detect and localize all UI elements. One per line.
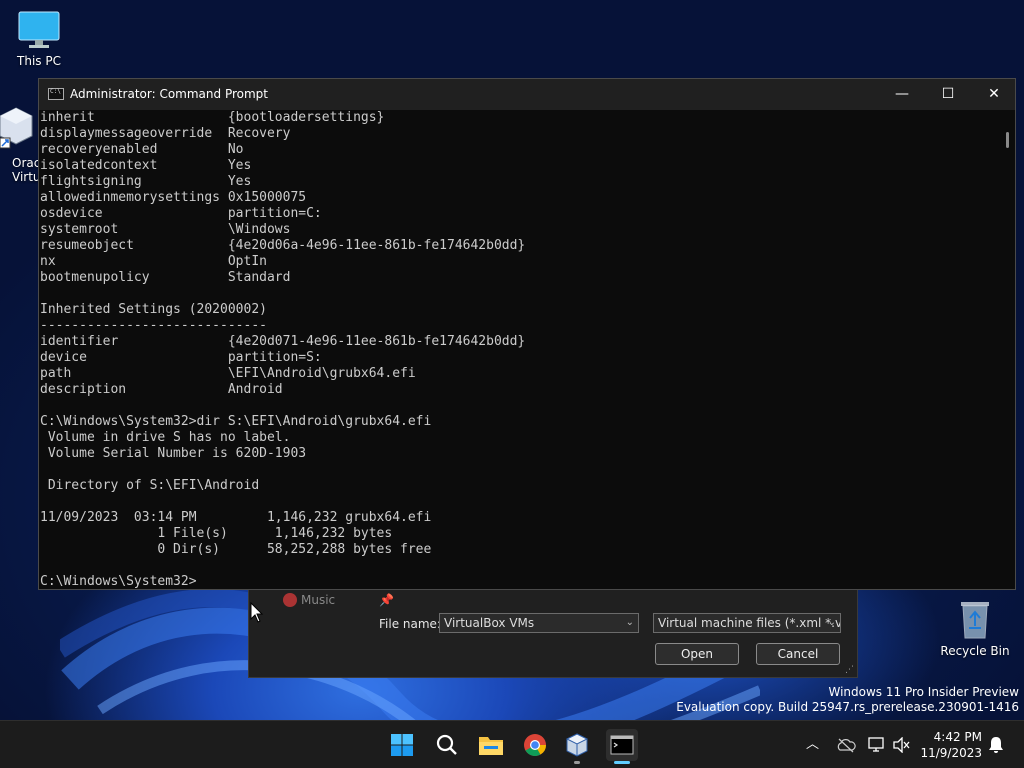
- windows-logo-icon: [391, 734, 413, 756]
- onedrive-offline-icon[interactable]: [836, 737, 856, 753]
- notification-bell-icon[interactable]: [988, 736, 1004, 754]
- vertical-scrollbar[interactable]: [1001, 110, 1015, 589]
- evaluation-watermark: Windows 11 Pro Insider Preview Evaluatio…: [676, 685, 1019, 715]
- minimize-button[interactable]: —: [879, 79, 925, 110]
- desktop-icon-label: This PC: [17, 54, 61, 68]
- network-icon[interactable]: [868, 737, 886, 753]
- file-name-input[interactable]: VirtualBox VMs ⌄: [439, 613, 639, 633]
- command-prompt-button[interactable]: [606, 729, 638, 764]
- watermark-line-2: Evaluation copy. Build 25947.rs_prerelea…: [676, 700, 1019, 714]
- desktop-icon-label: Recycle Bin: [940, 644, 1010, 658]
- file-type-select[interactable]: Virtual machine files (*.xml *.vb ⌄: [653, 613, 841, 633]
- file-explorer-button[interactable]: [475, 729, 507, 761]
- clock-date: 11/9/2023: [920, 746, 982, 760]
- close-button[interactable]: ✕: [971, 79, 1017, 110]
- chevron-down-icon[interactable]: ⌄: [626, 614, 634, 632]
- chevron-down-icon[interactable]: ⌄: [828, 614, 836, 632]
- desktop-icon-this-pc[interactable]: This PC: [0, 10, 79, 68]
- virtualbox-icon: [565, 733, 589, 757]
- virtualbox-icon: [0, 107, 33, 149]
- system-clock[interactable]: 4:42 PM 11/9/2023: [918, 729, 982, 761]
- watermark-line-1: Windows 11 Pro Insider Preview: [828, 685, 1019, 699]
- desktop-icon-recycle-bin[interactable]: Recycle Bin: [935, 596, 1015, 658]
- pin-icon: 📌: [378, 593, 394, 607]
- taskbar: ︿ 4:42 PM 11/9/2023: [0, 720, 1024, 768]
- scrollbar-thumb[interactable]: [1006, 132, 1009, 148]
- sidebar-item-music[interactable]: Music 📌: [283, 593, 394, 607]
- terminal-icon: [610, 735, 634, 755]
- show-hidden-icons-button[interactable]: ︿: [806, 733, 819, 752]
- file-name-label: File name:: [379, 617, 441, 631]
- clock-time: 4:42 PM: [933, 730, 982, 744]
- command-prompt-icon: [48, 88, 64, 100]
- monitor-icon: [18, 11, 60, 48]
- volume-muted-icon[interactable]: [893, 737, 911, 753]
- music-folder-icon: [283, 593, 297, 607]
- running-indicator: [574, 761, 580, 764]
- open-file-dialog: Music 📌 File name: VirtualBox VMs ⌄ Virt…: [248, 586, 858, 678]
- chrome-button[interactable]: [519, 729, 551, 761]
- command-prompt-window[interactable]: Administrator: Command Prompt — ☐ ✕ inhe…: [38, 78, 1016, 590]
- cancel-button[interactable]: Cancel: [756, 643, 840, 665]
- search-icon: [436, 734, 457, 755]
- window-title: Administrator: Command Prompt: [70, 87, 268, 101]
- folder-icon: [479, 737, 503, 755]
- title-bar[interactable]: Administrator: Command Prompt — ☐ ✕: [39, 79, 1015, 110]
- terminal-output[interactable]: inherit {bootloadersettings} displaymess…: [39, 110, 1001, 589]
- recycle-bin-icon: [961, 602, 989, 639]
- start-button[interactable]: [386, 729, 418, 761]
- console-text: inherit {bootloadersettings} displaymess…: [40, 110, 526, 589]
- virtualbox-button[interactable]: [561, 729, 593, 764]
- open-button[interactable]: Open: [655, 643, 739, 665]
- active-indicator: [614, 761, 630, 764]
- maximize-button[interactable]: ☐: [925, 79, 971, 110]
- chrome-icon: [524, 734, 546, 756]
- resize-grip-icon[interactable]: ⋰: [845, 665, 854, 675]
- search-button[interactable]: [431, 729, 463, 761]
- mouse-cursor-icon: [250, 602, 264, 623]
